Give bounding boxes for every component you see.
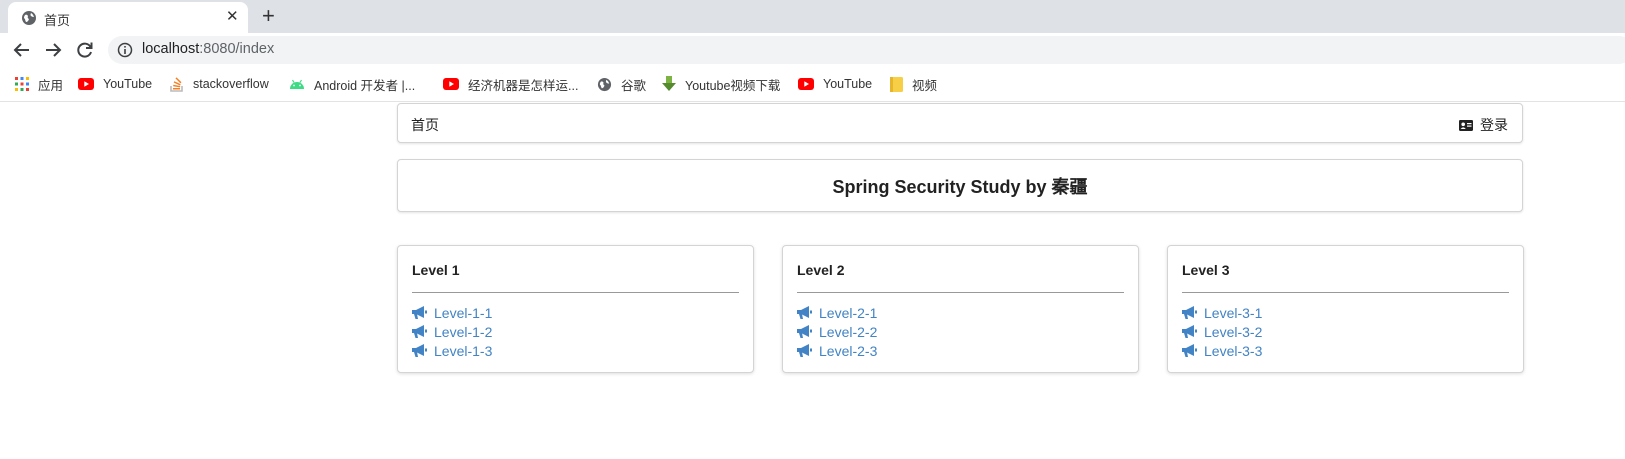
login-label: 登录 [1480, 117, 1508, 133]
bookmark-label: YouTube [823, 77, 873, 91]
android-icon [289, 79, 305, 89]
level-2-card: Level 2 Level-2-1 Level-2-2 Level-2-3 [782, 245, 1139, 373]
bookmark-economic-machine[interactable]: 经济机器是怎样运... [443, 67, 578, 101]
card-title: Level 2 [797, 262, 845, 278]
link-label: Level-3-2 [1204, 323, 1263, 340]
info-icon[interactable] [117, 42, 133, 63]
link-label: Level-2-3 [819, 342, 878, 359]
bookmark-label: stackoverflow [193, 77, 269, 91]
bookmark-label: 视频 [912, 78, 938, 93]
link-label: Level-2-2 [819, 323, 878, 340]
browser-toolbar: localhost:8080/index [0, 33, 1625, 67]
id-card-icon [1459, 119, 1473, 131]
url-path: :8080/index [199, 41, 275, 57]
youtube-icon [78, 78, 94, 90]
level-1-card: Level 1 Level-1-1 Level-1-2 Level-1-3 [397, 245, 754, 373]
level-3-1-link[interactable]: Level-3-1 [1182, 303, 1262, 322]
bookmark-youtube-2[interactable]: YouTube [798, 67, 872, 101]
link-label: Level-1-3 [434, 342, 493, 359]
bookmark-label: 应用 [38, 78, 64, 93]
link-label: Level-3-1 [1204, 304, 1263, 321]
level-3-2-link[interactable]: Level-3-2 [1182, 322, 1262, 341]
url-text: localhost:8080/index [142, 41, 274, 57]
card-title: Level 3 [1182, 262, 1230, 278]
bookmark-stackoverflow[interactable]: stackoverflow [170, 67, 269, 101]
tab-title: 首页 [44, 13, 71, 28]
apps-grid-icon [15, 77, 29, 91]
youtube-icon [798, 78, 814, 90]
link-label: Level-2-1 [819, 304, 878, 321]
title-segment: Spring Security Study by 秦疆 [397, 159, 1523, 212]
level-1-1-link[interactable]: Level-1-1 [412, 303, 492, 322]
bullhorn-icon [412, 306, 427, 319]
level-3-card: Level 3 Level-3-1 Level-3-2 Level-3-3 [1167, 245, 1524, 373]
bookmark-video-folder[interactable]: 视频 [890, 67, 937, 101]
bookmarks-bar: 应用 YouTube stackoverflow Android 开发者 |..… [0, 67, 1625, 102]
link-label: Level-1-2 [434, 323, 493, 340]
divider [412, 292, 739, 293]
bookmark-label: Android 开发者 |... [314, 78, 416, 93]
browser-tab[interactable]: 首页 ✕ [8, 2, 248, 33]
back-arrow-icon[interactable] [11, 39, 33, 61]
youtube-icon [443, 78, 459, 90]
forward-arrow-icon[interactable] [42, 39, 64, 61]
bookmark-label: 经济机器是怎样运... [468, 78, 579, 93]
download-icon [662, 76, 676, 92]
level-1-2-link[interactable]: Level-1-2 [412, 322, 492, 341]
bullhorn-icon [412, 325, 427, 338]
link-label: Level-3-3 [1204, 342, 1263, 359]
bookmark-youtube[interactable]: YouTube [78, 67, 152, 101]
url-host: localhost [142, 41, 200, 57]
bullhorn-icon [1182, 344, 1197, 357]
bullhorn-icon [797, 325, 812, 338]
bullhorn-icon [797, 306, 812, 319]
divider [1182, 292, 1509, 293]
page-title: Spring Security Study by 秦疆 [832, 176, 1088, 197]
level-2-3-link[interactable]: Level-2-3 [797, 341, 877, 360]
bullhorn-icon [1182, 325, 1197, 338]
bookmark-youtube-downloader[interactable]: Youtube视频下载 [662, 67, 780, 101]
card-title: Level 1 [412, 262, 460, 278]
browser-tab-strip: 首页 ✕ + [0, 0, 1625, 33]
stackoverflow-icon [170, 76, 184, 92]
level-1-3-link[interactable]: Level-1-3 [412, 341, 492, 360]
level-2-2-link[interactable]: Level-2-2 [797, 322, 877, 341]
bookmark-android[interactable]: Android 开发者 |... [289, 67, 415, 101]
bookmark-label: 谷歌 [621, 78, 647, 93]
bookmark-google[interactable]: 谷歌 [597, 67, 646, 101]
address-bar[interactable]: localhost:8080/index [108, 36, 1625, 64]
bullhorn-icon [797, 344, 812, 357]
reload-icon[interactable] [74, 39, 96, 61]
bookmark-label: YouTube [103, 77, 153, 91]
nav-home-link[interactable]: 首页 [411, 115, 439, 135]
close-icon[interactable]: ✕ [226, 9, 239, 25]
top-menu: 首页 登录 [397, 103, 1523, 143]
folder-icon [890, 76, 903, 92]
login-button[interactable]: 登录 [1459, 115, 1508, 135]
bookmark-label: Youtube视频下载 [685, 78, 781, 93]
bullhorn-icon [412, 344, 427, 357]
new-tab-button[interactable]: + [262, 4, 275, 28]
bookmark-apps[interactable]: 应用 [15, 67, 63, 101]
bullhorn-icon [1182, 306, 1197, 319]
level-3-3-link[interactable]: Level-3-3 [1182, 341, 1262, 360]
globe-icon [21, 10, 37, 31]
globe-icon [597, 77, 612, 92]
link-label: Level-1-1 [434, 304, 493, 321]
level-2-1-link[interactable]: Level-2-1 [797, 303, 877, 322]
divider [797, 292, 1124, 293]
